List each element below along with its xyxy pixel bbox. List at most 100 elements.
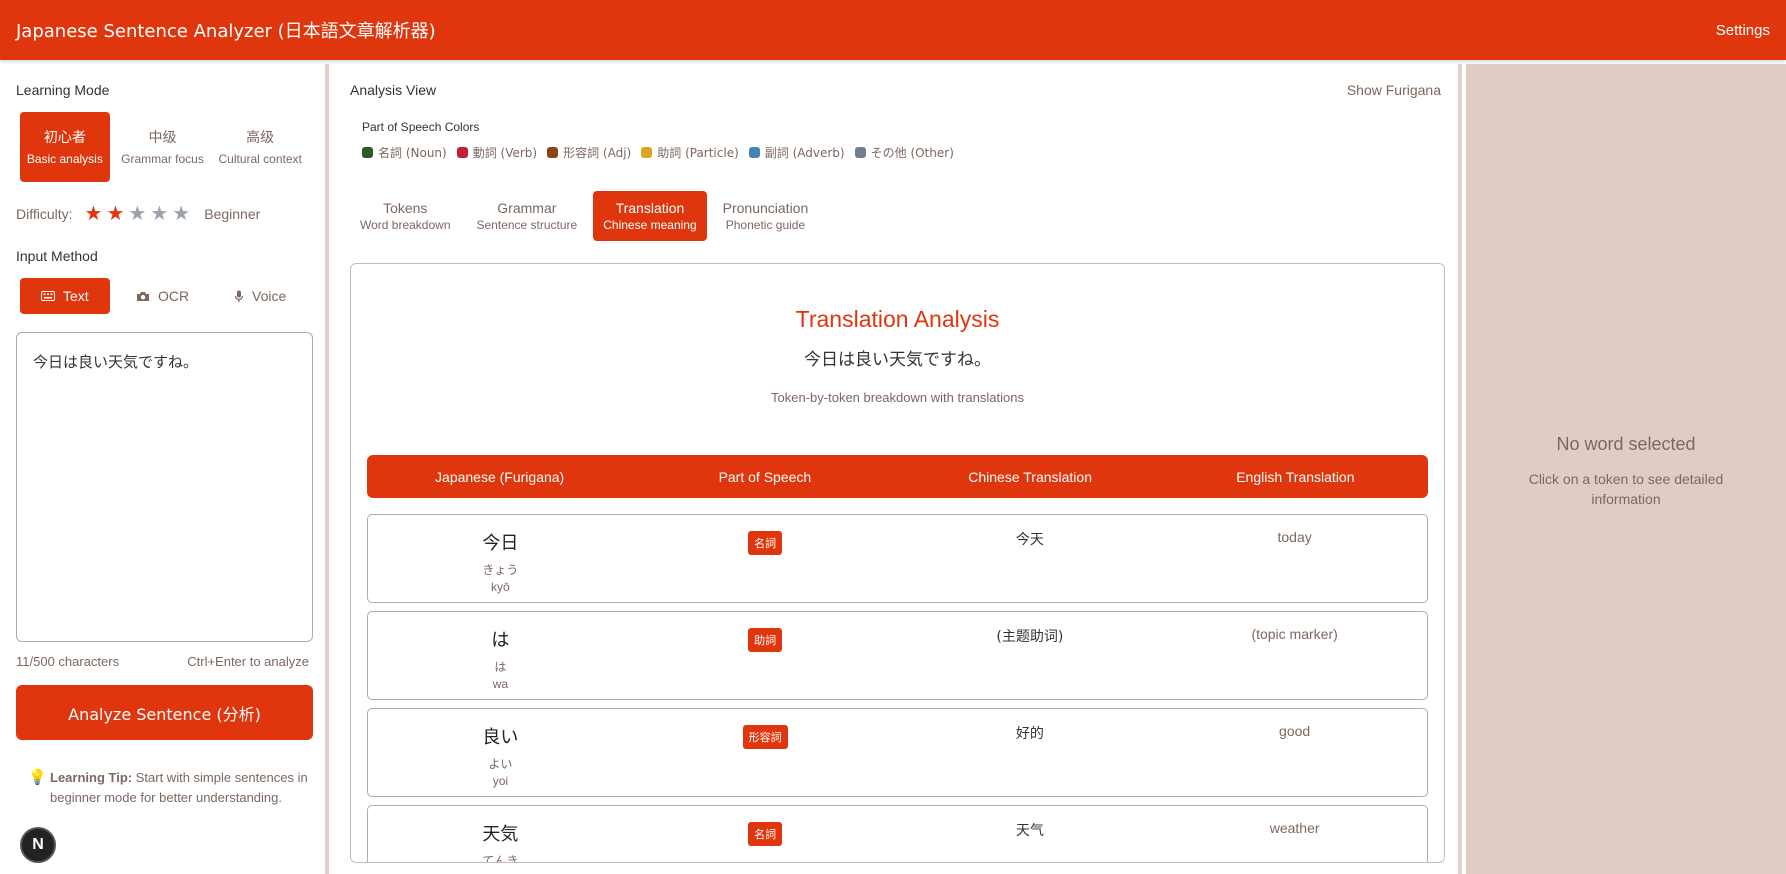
- star-icon[interactable]: ★: [85, 204, 103, 224]
- star-icon[interactable]: ★: [150, 204, 168, 224]
- pos-legend-label: 副詞 (Adverb): [764, 146, 845, 160]
- tab-title: Translation: [615, 200, 685, 216]
- app-header: Japanese Sentence Analyzer (日本語文章解析器) Se…: [0, 0, 1786, 60]
- tab-subtitle: Word breakdown: [360, 218, 451, 232]
- keyboard-icon: [40, 291, 55, 301]
- sentence-input[interactable]: [16, 332, 313, 642]
- input-ocr-button[interactable]: OCR: [118, 278, 208, 314]
- show-furigana-toggle[interactable]: Show Furigana: [1347, 82, 1441, 98]
- input-text-button[interactable]: Text: [20, 278, 110, 314]
- card-heading: Translation Analysis: [795, 306, 1000, 332]
- color-swatch: [641, 147, 653, 158]
- cell-japanese: 天気 てんき tenki: [368, 820, 633, 863]
- input-voice-button[interactable]: Voice: [215, 278, 305, 314]
- pos-legend-item: 形容詞 (Adj): [547, 144, 631, 161]
- analysis-tabs: Tokens Word breakdown Grammar Sentence s…: [350, 191, 1441, 241]
- token-word: は: [491, 630, 510, 651]
- cell-japanese: 今日 きょう kyō: [368, 529, 633, 594]
- color-swatch: [854, 147, 866, 158]
- pos-legend-item: 動詞 (Verb): [456, 144, 538, 161]
- mode-label: 初心者: [43, 130, 86, 146]
- token-kana: は: [494, 660, 507, 674]
- pos-legend-label: その他 (Other): [870, 146, 954, 160]
- tab-subtitle: Chinese meaning: [603, 218, 697, 232]
- table-row[interactable]: は は wa 助詞 (主题助词) (topic marker): [367, 611, 1428, 700]
- pos-legend-title: Part of Speech Colors: [362, 120, 480, 134]
- token-kana: てんき: [482, 854, 519, 863]
- cell-japanese: 良い よい yoi: [368, 723, 633, 788]
- cell-pos: 名詞: [633, 820, 898, 846]
- pos-legend: 名詞 (Noun) 動詞 (Verb) 形容詞 (Adj) 助詞 (Partic…: [362, 144, 1441, 161]
- next-devtools-badge[interactable]: N: [20, 827, 56, 863]
- table-header: Japanese (Furigana) Part of Speech Chine…: [367, 455, 1428, 498]
- input-method-title: Input Method: [16, 248, 98, 264]
- color-swatch: [547, 147, 559, 158]
- cell-english: good: [1279, 723, 1311, 739]
- cell-chinese: 好的: [1015, 726, 1044, 742]
- difficulty-level: Beginner: [204, 206, 261, 222]
- pos-badge: 形容詞: [742, 725, 788, 749]
- tab-grammar[interactable]: Grammar Sentence structure: [467, 191, 588, 241]
- color-swatch: [748, 147, 760, 158]
- cell-japanese: は は wa: [368, 626, 633, 691]
- table-row[interactable]: 天気 てんき tenki 名詞 天气 weather: [367, 805, 1428, 863]
- star-icon[interactable]: ★: [172, 204, 190, 224]
- tab-translation[interactable]: Translation Chinese meaning: [593, 191, 707, 241]
- settings-link[interactable]: Settings: [1716, 22, 1770, 39]
- tab-title: Pronunciation: [722, 200, 809, 216]
- table-row[interactable]: 今日 きょう kyō 名詞 今天 today: [367, 514, 1428, 603]
- lightbulb-icon: 💡: [28, 769, 47, 786]
- cell-chinese: 天气: [1015, 823, 1044, 839]
- mode-label: 高级: [246, 130, 275, 146]
- learning-mode-title: Learning Mode: [16, 82, 110, 98]
- token-word: 今日: [482, 533, 519, 554]
- color-swatch: [362, 147, 373, 158]
- empty-state-subtitle: Click on a token to see detailed informa…: [1528, 471, 1724, 507]
- difficulty-row: Difficulty: ★ ★ ★ ★ ★ Beginner: [16, 204, 309, 224]
- difficulty-label: Difficulty:: [16, 206, 73, 222]
- analysis-panel: Analysis View Show Furigana Part of Spee…: [333, 64, 1462, 874]
- star-icon[interactable]: ★: [106, 204, 124, 224]
- tab-pronunciation[interactable]: Pronunciation Phonetic guide: [713, 191, 819, 241]
- pos-badge: 助詞: [748, 628, 783, 652]
- cell-chinese: 今天: [1015, 532, 1044, 548]
- column-header: Part of Speech: [718, 468, 812, 485]
- analysis-title: Analysis View: [350, 82, 437, 98]
- cell-english: today: [1277, 529, 1312, 545]
- tab-subtitle: Phonetic guide: [725, 218, 806, 232]
- input-method-label: Voice: [252, 288, 287, 304]
- mode-advanced-button[interactable]: 高级 Cultural context: [215, 112, 305, 182]
- star-icon[interactable]: ★: [128, 204, 146, 224]
- cell-pos: 名詞: [633, 529, 898, 555]
- mode-desc: Cultural context: [218, 152, 302, 166]
- mode-intermediate-button[interactable]: 中级 Grammar focus: [118, 112, 208, 182]
- analyze-button[interactable]: Analyze Sentence (分析): [16, 685, 313, 740]
- color-swatch: [456, 147, 468, 158]
- tip-content: Learning Tip: Start with simple sentence…: [50, 768, 309, 808]
- column-header: English Translation: [1236, 468, 1355, 485]
- pos-legend-item: その他 (Other): [854, 144, 954, 161]
- mode-beginner-button[interactable]: 初心者 Basic analysis: [20, 112, 110, 182]
- table-row[interactable]: 良い よい yoi 形容詞 好的 good: [367, 708, 1428, 797]
- tab-title: Grammar: [497, 200, 557, 216]
- input-method-label: Text: [62, 288, 89, 304]
- pos-legend-label: 動詞 (Verb): [472, 146, 538, 160]
- microphone-icon: [234, 290, 244, 303]
- tab-subtitle: Sentence structure: [476, 218, 578, 232]
- tip-label: Learning Tip:: [50, 770, 133, 785]
- token-romaji: kyō: [491, 580, 510, 594]
- pos-legend-item: 名詞 (Noun): [362, 144, 447, 161]
- token-romaji: wa: [492, 677, 509, 691]
- learning-mode-selector: 初心者 Basic analysis 中级 Grammar focus 高级 C…: [16, 112, 309, 182]
- pos-legend-label: 助詞 (Particle): [657, 146, 739, 160]
- analyzed-sentence: 今日は良い天気ですね。: [804, 350, 991, 370]
- pos-legend-label: 名詞 (Noun): [378, 146, 447, 160]
- tab-title: Tokens: [383, 200, 428, 216]
- tab-tokens[interactable]: Tokens Word breakdown: [350, 191, 461, 241]
- difficulty-stars[interactable]: ★ ★ ★ ★ ★: [85, 204, 191, 224]
- token-kana: きょう: [482, 563, 519, 577]
- token-kana: よい: [488, 757, 513, 771]
- left-panel: Learning Mode 初心者 Basic analysis 中级 Gram…: [0, 64, 329, 874]
- column-header: Chinese Translation: [968, 468, 1092, 485]
- translation-card: Translation Analysis 今日は良い天気ですね。 Token-b…: [350, 263, 1445, 863]
